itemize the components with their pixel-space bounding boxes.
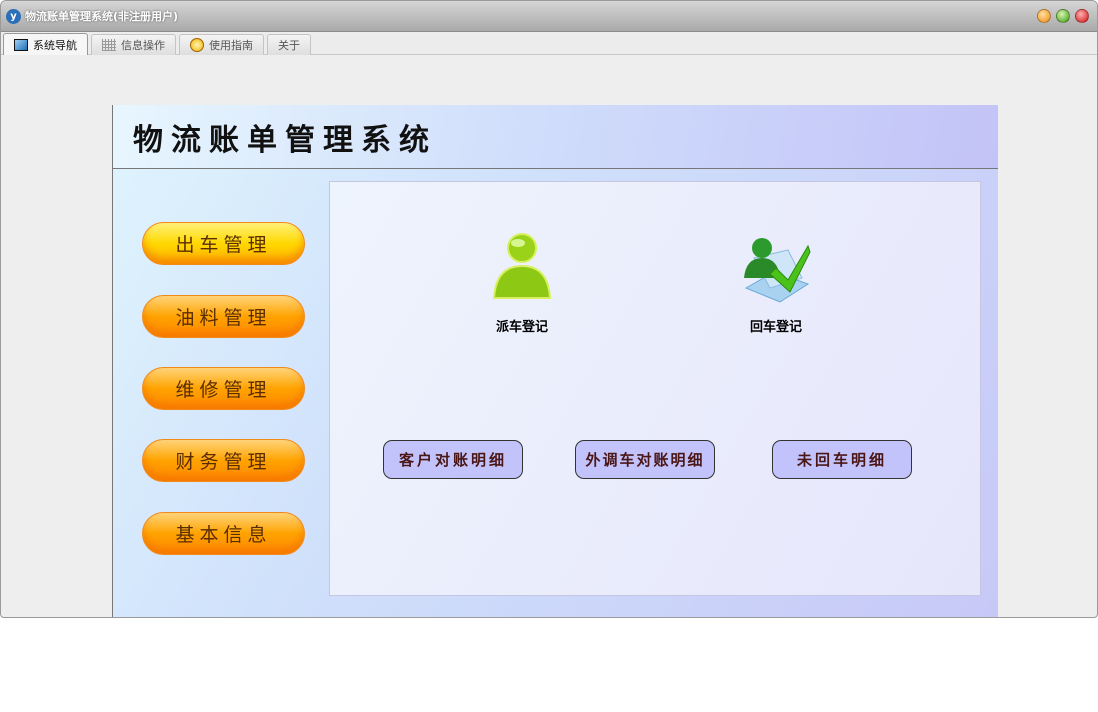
tab-label: 系统导航 (33, 38, 77, 52)
tab-label: 信息操作 (121, 39, 165, 52)
external-vehicle-statement-button[interactable]: 外调车对账明细 (575, 440, 715, 479)
sidebar-item-basic-info[interactable]: 基本信息 (142, 512, 305, 555)
app-window: y 物流账单管理系统(非注册用户) 系统导航 信息操作 使用指南 关于 物流账单… (0, 0, 1098, 618)
dispatch-register-label: 派车登记 (495, 320, 548, 335)
window-title: 物流账单管理系统(非注册用户) (25, 10, 179, 23)
tab-about[interactable]: 关于 (267, 34, 311, 55)
page-title: 物流账单管理系统 (133, 122, 437, 158)
minimize-button[interactable] (1037, 9, 1051, 23)
monitor-icon (14, 38, 28, 51)
panel-header: 物流账单管理系统 (113, 105, 998, 169)
sidebar-item-repair[interactable]: 维修管理 (142, 367, 305, 410)
tab-label: 使用指南 (209, 39, 253, 52)
content-area: 派车登记 回车登记 客户对账明细 外调车对账明细 未回车明细 (329, 181, 981, 596)
dispatch-register[interactable]: 派车登记 (462, 228, 582, 335)
sidebar-item-finance[interactable]: 财务管理 (142, 439, 305, 482)
app-logo-icon: y (6, 8, 21, 24)
title-bar: y 物流账单管理系统(非注册用户) (1, 1, 1097, 32)
help-icon (190, 38, 204, 52)
grid-icon (102, 39, 116, 51)
tab-bar: 系统导航 信息操作 使用指南 关于 (1, 33, 1097, 55)
return-register-label: 回车登记 (749, 320, 802, 335)
user-green-icon (492, 233, 552, 299)
maximize-button[interactable] (1056, 9, 1070, 23)
sidebar-item-dispatch[interactable]: 出车管理 (142, 222, 305, 265)
unreturned-vehicle-button[interactable]: 未回车明细 (772, 440, 912, 479)
user-checkin-icon (744, 238, 811, 303)
tab-label: 关于 (278, 39, 300, 52)
return-register[interactable]: 回车登记 (716, 228, 836, 335)
close-button[interactable] (1075, 9, 1089, 23)
customer-statement-button[interactable]: 客户对账明细 (383, 440, 523, 479)
sidebar-item-fuel[interactable]: 油料管理 (142, 295, 305, 338)
tab-guide[interactable]: 使用指南 (179, 34, 264, 55)
tab-info-ops[interactable]: 信息操作 (91, 34, 176, 55)
nav-panel: 物流账单管理系统 出车管理 油料管理 维修管理 财务管理 基本信息 派车登记 回… (112, 105, 998, 617)
tab-system-nav[interactable]: 系统导航 (3, 33, 88, 55)
